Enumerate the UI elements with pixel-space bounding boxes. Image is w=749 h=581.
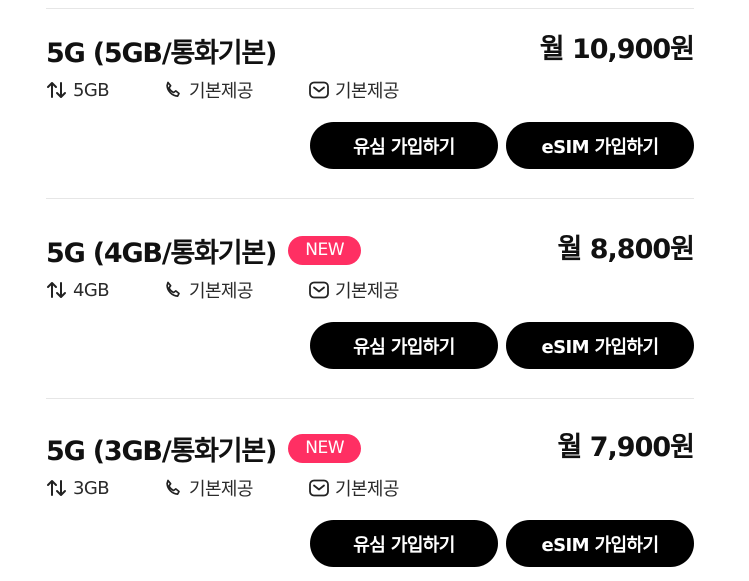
divider xyxy=(46,198,694,199)
data-amount: 3GB xyxy=(73,477,110,499)
plan-price: 월 10,900원 xyxy=(539,34,695,65)
message-icon xyxy=(308,79,330,101)
data-transfer-icon xyxy=(46,279,68,301)
sms-feature: 기본제공 xyxy=(308,278,399,302)
usim-signup-button[interactable]: 유심 가입하기 xyxy=(310,520,498,567)
call-feature: 기본제공 xyxy=(162,278,253,302)
usim-signup-button[interactable]: 유심 가입하기 xyxy=(310,122,498,169)
sms-value: 기본제공 xyxy=(335,479,399,500)
plan-card: 5G (3GB/통화기본) NEW 월 7,900원 3GB 기본제공 기본제공… xyxy=(46,428,695,581)
message-icon xyxy=(308,477,330,499)
new-badge: NEW xyxy=(288,235,362,265)
message-icon xyxy=(308,279,330,301)
plan-title-row: 5G (4GB/통화기본) NEW xyxy=(46,230,362,270)
plan-card: 5G (5GB/통화기본) 월 10,900원 5GB 기본제공 기본제공 유심… xyxy=(46,30,695,200)
plan-title: 5G (3GB/통화기본) xyxy=(46,435,277,467)
data-transfer-icon xyxy=(46,79,68,101)
call-value: 기본제공 xyxy=(189,81,253,102)
divider xyxy=(46,398,694,399)
usim-signup-button[interactable]: 유심 가입하기 xyxy=(310,322,498,369)
divider xyxy=(46,8,694,9)
data-feature: 4GB xyxy=(46,278,110,302)
esim-signup-button[interactable]: eSIM 가입하기 xyxy=(506,520,694,567)
plan-list: 5G (5GB/통화기본) 월 10,900원 5GB 기본제공 기본제공 유심… xyxy=(0,0,749,581)
plan-title: 5G (4GB/통화기본) xyxy=(46,237,277,269)
plan-price: 월 7,900원 xyxy=(557,432,695,463)
plan-title-row: 5G (3GB/통화기본) NEW xyxy=(46,428,362,468)
call-feature: 기본제공 xyxy=(162,476,253,500)
plan-price: 월 8,800원 xyxy=(557,234,695,265)
new-badge: NEW xyxy=(288,433,362,463)
call-feature: 기본제공 xyxy=(162,78,253,102)
sms-value: 기본제공 xyxy=(335,81,399,102)
data-feature: 5GB xyxy=(46,78,110,102)
phone-icon xyxy=(162,79,184,101)
esim-signup-button[interactable]: eSIM 가입하기 xyxy=(506,122,694,169)
plan-title-row: 5G (5GB/통화기본) xyxy=(46,30,277,70)
sms-value: 기본제공 xyxy=(335,281,399,302)
sms-feature: 기본제공 xyxy=(308,78,399,102)
data-amount: 4GB xyxy=(73,279,110,301)
plan-title: 5G (5GB/통화기본) xyxy=(46,37,277,69)
phone-icon xyxy=(162,279,184,301)
phone-icon xyxy=(162,477,184,499)
data-feature: 3GB xyxy=(46,476,110,500)
call-value: 기본제공 xyxy=(189,281,253,302)
data-transfer-icon xyxy=(46,477,68,499)
esim-signup-button[interactable]: eSIM 가입하기 xyxy=(506,322,694,369)
call-value: 기본제공 xyxy=(189,479,253,500)
sms-feature: 기본제공 xyxy=(308,476,399,500)
data-amount: 5GB xyxy=(73,79,110,101)
plan-card: 5G (4GB/통화기본) NEW 월 8,800원 4GB 기본제공 기본제공… xyxy=(46,230,695,400)
